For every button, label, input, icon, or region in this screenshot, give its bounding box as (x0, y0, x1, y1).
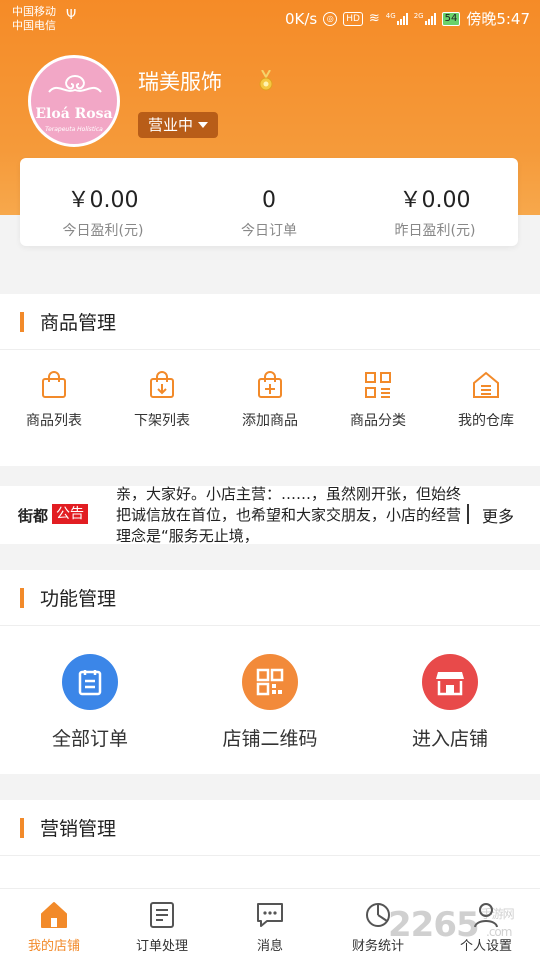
signal-1-label: 4G (385, 11, 396, 20)
stat-value: ￥0.00 (399, 188, 471, 213)
network-speed: 0K/s (284, 9, 318, 28)
goods-grid: 商品列表 下架列表 添加商品 商品分类 我的仓库 (0, 350, 540, 456)
add-product-button[interactable]: 添加商品 (216, 350, 324, 456)
goods-item-label: 下架列表 (134, 413, 190, 429)
stat-label: 昨日盈利(元) (394, 223, 476, 239)
shopping-bag-icon (42, 371, 66, 398)
stat-today-orders[interactable]: 0 今日订单 (186, 158, 352, 246)
goods-item-label: 商品列表 (26, 413, 82, 429)
category-grid-icon (365, 372, 391, 398)
status-bar: 中国移动 中国电信 Ψ 0K/s ◎ HD ≋ 4G 2G 54 傍晚5:47 (0, 0, 540, 40)
goods-list-button[interactable]: 商品列表 (0, 350, 108, 456)
medal-icon (259, 70, 273, 91)
stat-yesterday-profit[interactable]: ￥0.00 昨日盈利(元) (352, 158, 518, 246)
carrier-1: 中国移动 (12, 5, 56, 18)
caret-down-icon (198, 122, 209, 128)
offshelf-list-button[interactable]: 下架列表 (108, 350, 216, 456)
notice-brand: 街都 (18, 507, 49, 525)
stat-value: 0 (262, 188, 276, 213)
tab-label: 订单处理 (135, 939, 188, 954)
tab-order-processing[interactable]: 订单处理 (108, 889, 216, 960)
section-title-text: 功能管理 (40, 588, 117, 610)
notice-bar[interactable]: 街都 公告 亲，大家好。小店主营：……，虽然刚开张，但始终把诚信放在首位，也希望… (0, 485, 540, 545)
shop-name: 瑞美服饰 (138, 70, 222, 94)
stat-value: ￥0.00 (67, 188, 139, 213)
section-marker (20, 311, 24, 332)
tab-messages[interactable]: 消息 (216, 889, 324, 960)
product-category-button[interactable]: 商品分类 (324, 350, 432, 456)
tab-label: 消息 (256, 939, 283, 954)
watermark-sub: 手游网 (480, 907, 515, 921)
signal-1: 4G (385, 11, 408, 25)
signal-2: 2G (413, 11, 436, 25)
shop-avatar[interactable]: Eloá Rosa Terapeuta Holística (28, 55, 120, 147)
notice-more-link[interactable]: 更多 (482, 503, 514, 527)
usb-icon: Ψ (66, 8, 77, 23)
volte-icon: ◎ (323, 11, 338, 26)
all-orders-button[interactable]: 全部订单 (0, 626, 180, 772)
battery-icon: 54 (441, 11, 461, 26)
goods-item-label: 商品分类 (350, 413, 406, 429)
goods-section-title: 商品管理 (0, 294, 540, 350)
tab-label: 我的店铺 (27, 939, 80, 954)
function-label: 全部订单 (51, 728, 128, 750)
home-icon (41, 902, 67, 928)
avatar-logo-text: Eloá Rosa (35, 106, 113, 122)
order-list-icon (150, 902, 174, 928)
qrcode-glyph (256, 668, 284, 696)
business-status-label: 营业中 (148, 116, 194, 134)
section-title-text: 商品管理 (40, 312, 117, 334)
notice-divider (467, 504, 469, 524)
qrcode-icon (242, 654, 298, 710)
signal-bars-icon (396, 12, 408, 25)
watermark-domain: .com (486, 925, 512, 939)
message-icon (257, 903, 283, 927)
function-label: 店铺二维码 (222, 728, 318, 750)
section-title-text: 营销管理 (40, 818, 117, 840)
status-time: 傍晚5:47 (466, 10, 530, 28)
watermark: 2265 手游网 .com (388, 905, 515, 945)
stats-card: ￥0.00 今日盈利(元) 0 今日订单 ￥0.00 昨日盈利(元) (20, 158, 518, 246)
wifi-icon: ≋ (368, 11, 380, 26)
store-glyph (436, 672, 464, 696)
goods-item-label: 添加商品 (242, 413, 298, 429)
bag-down-icon (150, 371, 174, 398)
marketing-section-title: 营销管理 (0, 800, 540, 856)
signal-bars-icon (424, 12, 436, 25)
tab-my-store[interactable]: 我的店铺 (0, 889, 108, 960)
functions-section: 功能管理 全部订单 店铺二维码 进入店铺 (0, 570, 540, 774)
section-marker (20, 817, 24, 838)
carrier-2: 中国电信 (12, 19, 56, 32)
store-qrcode-button[interactable]: 店铺二维码 (180, 626, 360, 772)
hd-badge: HD (343, 11, 363, 26)
notice-tag: 公告 (52, 504, 88, 524)
store-icon (422, 654, 478, 710)
my-warehouse-button[interactable]: 我的仓库 (432, 350, 540, 456)
bag-plus-icon (258, 371, 282, 398)
carrier-info: 中国移动 中国电信 (12, 5, 56, 33)
avatar-logo-subtitle: Terapeuta Holística (45, 126, 103, 133)
signal-2-label: 2G (413, 11, 424, 20)
ornament-icon (48, 75, 102, 93)
business-status-dropdown[interactable]: 营业中 (138, 112, 219, 138)
section-marker (20, 587, 24, 608)
orders-glyph (78, 670, 102, 696)
stat-today-profit[interactable]: ￥0.00 今日盈利(元) (20, 158, 186, 246)
goods-section: 商品管理 商品列表 下架列表 添加商品 商品分类 我的仓库 (0, 294, 540, 466)
marketing-section: 营销管理 (0, 800, 540, 888)
orders-icon (62, 654, 118, 710)
functions-section-title: 功能管理 (0, 570, 540, 626)
stat-label: 今日盈利(元) (62, 223, 144, 239)
enter-store-button[interactable]: 进入店铺 (360, 626, 540, 772)
function-label: 进入店铺 (411, 728, 488, 750)
status-right: 0K/s ◎ HD ≋ 4G 2G 54 傍晚5:47 (285, 8, 530, 29)
functions-grid: 全部订单 店铺二维码 进入店铺 (0, 626, 540, 772)
notice-text: 亲，大家好。小店主营：……，虽然刚开张，但始终把诚信放在首位，也希望和大家交朋友… (116, 485, 462, 545)
stat-label: 今日订单 (241, 223, 297, 239)
warehouse-icon (473, 371, 499, 398)
watermark-main: 2265 (388, 905, 480, 945)
goods-item-label: 我的仓库 (458, 413, 514, 429)
